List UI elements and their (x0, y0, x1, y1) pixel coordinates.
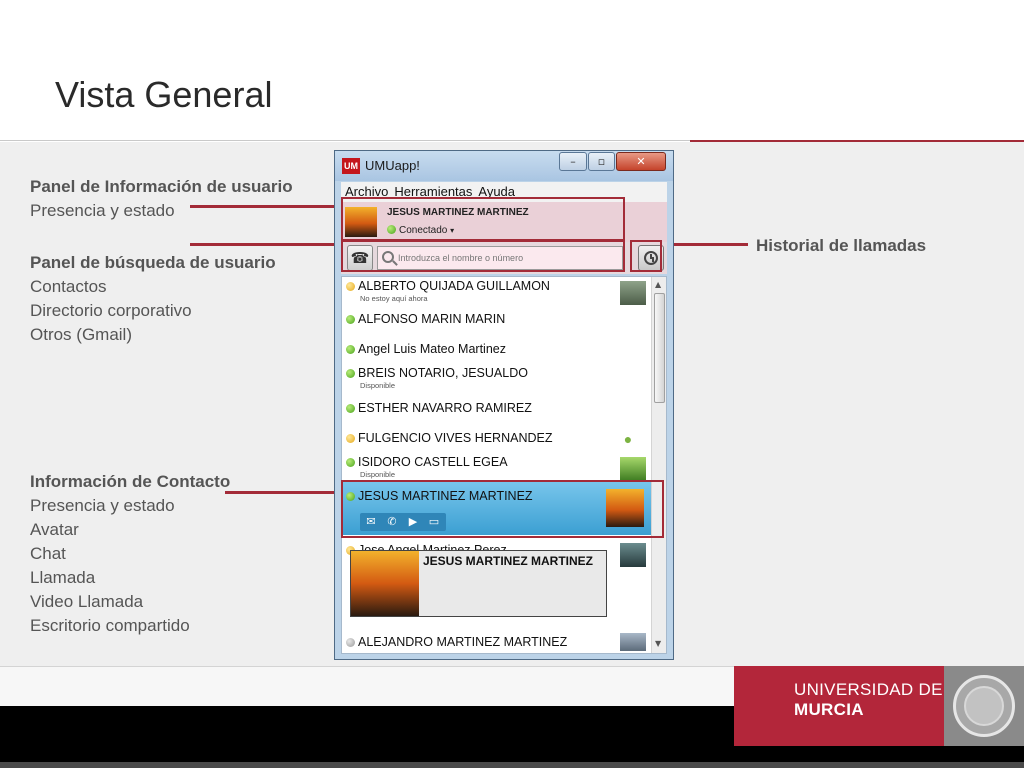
app-logo-icon: UM (342, 158, 360, 174)
contact-avatar (620, 543, 646, 567)
minimize-button[interactable]: – (559, 152, 587, 171)
android-icon: ● (623, 431, 633, 447)
contact-tooltip: JESUS MARTINEZ MARTINEZ (350, 550, 607, 617)
presence-away-icon (346, 434, 355, 443)
close-button[interactable]: ✕ (616, 152, 666, 171)
slide-title: Vista General (55, 74, 273, 115)
footer-strip (0, 762, 1024, 768)
scroll-thumb[interactable] (654, 293, 665, 403)
annotation-line: Presencia y estado (30, 496, 175, 515)
presence-away-icon (346, 282, 355, 291)
annotation-contact-info: Información de Contacto Presencia y esta… (30, 470, 230, 638)
annotation-line: Directorio corporativo (30, 301, 192, 320)
contact-name: ESTHER NAVARRO RAMIREZ (358, 401, 532, 415)
university-seal-icon (944, 666, 1024, 746)
annotation-line: Video Llamada (30, 592, 144, 611)
annotation-line: Presencia y estado (30, 201, 175, 220)
callout-search-panel (190, 243, 342, 246)
annotation-line: Chat (30, 544, 66, 563)
presence-online-icon (346, 345, 355, 354)
contact-note: Disponible (360, 470, 396, 479)
maximize-button[interactable]: ▫ (588, 152, 615, 171)
university-logo: UNIVERSIDAD DE MURCIA (734, 666, 1024, 746)
contact-list-scrollbar[interactable]: ▲ ▼ (651, 277, 666, 653)
highlight-user-panel (341, 197, 625, 241)
presence-online-icon (346, 315, 355, 324)
contact-name: ISIDORO CASTELL EGEA (358, 455, 508, 469)
contact-name: BREIS NOTARIO, JESUALDO (358, 366, 528, 380)
annotation-heading: Panel de búsqueda de usuario (30, 253, 276, 272)
tooltip-avatar (351, 551, 419, 616)
contact-row[interactable]: ALEJANDRO MARTINEZ MARTINEZ (342, 633, 650, 653)
university-logo-text: UNIVERSIDAD DE MURCIA (794, 680, 943, 720)
annotation-line: Contactos (30, 277, 107, 296)
contact-row[interactable]: FULGENCIO VIVES HERNANDEZ ● (342, 431, 650, 453)
contact-avatar (620, 633, 646, 651)
annotation-line: Llamada (30, 568, 96, 587)
logo-line-2: MURCIA (794, 700, 864, 719)
presence-online-icon (346, 404, 355, 413)
window-title: UMUapp! (365, 158, 420, 173)
logo-line-1: UNIVERSIDAD DE (794, 680, 943, 699)
contact-avatar (620, 457, 646, 481)
presence-online-icon (346, 369, 355, 378)
presence-online-icon (346, 458, 355, 467)
callout-user-panel (190, 205, 342, 208)
presence-offline-icon (346, 638, 355, 647)
contact-avatar (620, 281, 646, 305)
annotation-line: Escritorio compartido (30, 616, 190, 635)
annotation-line: Otros (Gmail) (30, 325, 132, 344)
contact-row[interactable]: ESTHER NAVARRO RAMIREZ (342, 401, 650, 423)
annotation-search-panel: Panel de búsqueda de usuario Contactos D… (30, 251, 276, 347)
annotation-call-history: Historial de llamadas (756, 236, 927, 255)
contact-row[interactable]: BREIS NOTARIO, JESUALDO Disponible (342, 366, 650, 394)
contact-name: ALEJANDRO MARTINEZ MARTINEZ (358, 635, 568, 649)
scroll-up-icon[interactable]: ▲ (655, 280, 661, 289)
contact-note: Disponible (360, 381, 396, 390)
annotation-heading: Panel de Información de usuario (30, 177, 293, 196)
contact-row[interactable]: ISIDORO CASTELL EGEA Disponible (342, 455, 650, 483)
annotation-heading: Información de Contacto (30, 472, 231, 491)
contact-note: No estoy aquí ahora (360, 294, 428, 303)
contact-name: ALFONSO MARIN MARIN (358, 312, 506, 326)
contact-name: FULGENCIO VIVES HERNANDEZ (358, 431, 553, 445)
contact-name: ALBERTO QUIJADA GUILLAMON (358, 279, 550, 293)
contact-row[interactable]: Angel Luis Mateo Martinez (342, 342, 650, 364)
annotation-user-panel: Panel de Información de usuario Presenci… (30, 175, 293, 223)
highlight-contact-card (341, 480, 664, 538)
annotation-line: Avatar (30, 520, 79, 539)
contact-row[interactable]: ALFONSO MARIN MARIN (342, 312, 650, 334)
highlight-history-button (630, 240, 662, 272)
highlight-search-panel (341, 240, 625, 272)
scroll-down-icon[interactable]: ▼ (655, 639, 661, 648)
contact-name: Angel Luis Mateo Martinez (358, 342, 506, 356)
window-titlebar[interactable]: UM UMUapp! – ▫ ✕ (335, 151, 673, 181)
contact-row[interactable]: ALBERTO QUIJADA GUILLAMON No estoy aquí … (342, 279, 650, 307)
callout-contact-info (225, 491, 342, 494)
tooltip-contact-name: JESUS MARTINEZ MARTINEZ (423, 554, 594, 568)
